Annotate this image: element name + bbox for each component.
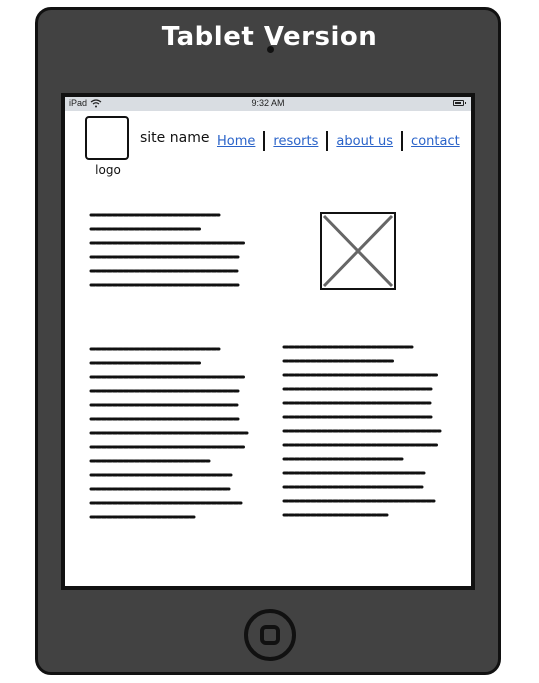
nav-link-about-us[interactable]: about us bbox=[336, 134, 393, 149]
nav-link-resorts[interactable]: resorts bbox=[273, 134, 318, 149]
nav-divider bbox=[401, 131, 404, 151]
camera-icon bbox=[267, 46, 274, 53]
logo-label: logo bbox=[95, 163, 121, 177]
nav-divider bbox=[263, 131, 266, 151]
logo-placeholder[interactable] bbox=[85, 116, 129, 160]
site-name: site name bbox=[140, 130, 210, 146]
home-button-icon[interactable] bbox=[244, 609, 296, 661]
screen-content: iPad 9:32 AM logo site name Home resorts… bbox=[65, 97, 471, 586]
nav-link-contact[interactable]: contact bbox=[411, 134, 460, 149]
text-placeholder-block-1 bbox=[89, 213, 246, 287]
nav-divider bbox=[326, 131, 329, 151]
battery-icon bbox=[453, 100, 466, 106]
status-bar: iPad 9:32 AM bbox=[65, 97, 471, 111]
status-time: 9:32 AM bbox=[251, 98, 285, 108]
text-placeholder-block-2 bbox=[89, 347, 249, 519]
tablet-screen: iPad 9:32 AM logo site name Home resorts… bbox=[61, 93, 475, 590]
text-placeholder-block-3 bbox=[282, 345, 442, 517]
nav-link-home[interactable]: Home bbox=[217, 134, 255, 149]
main-nav: Home resorts about us contact bbox=[217, 131, 460, 151]
image-placeholder-icon bbox=[320, 212, 396, 290]
